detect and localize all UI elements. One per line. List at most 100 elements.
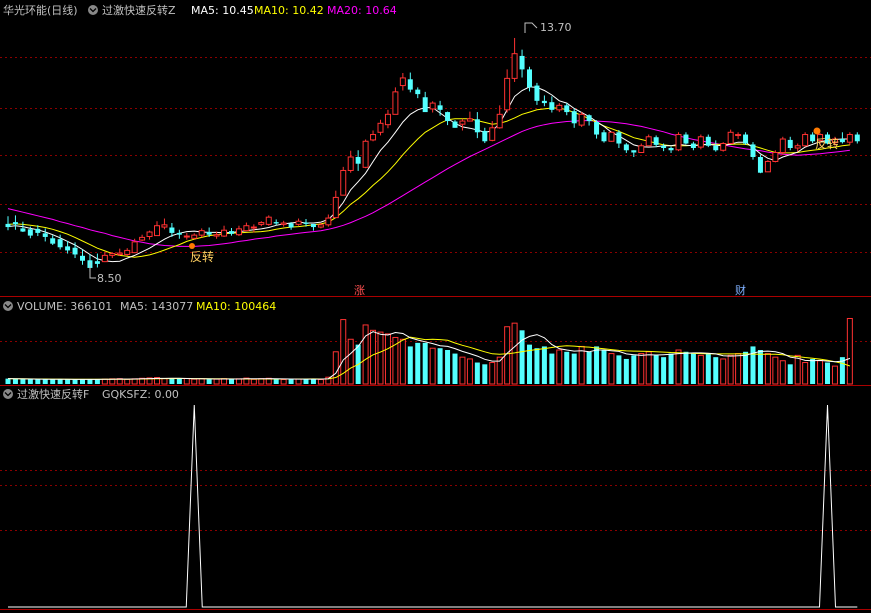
candle-body-down <box>839 139 845 143</box>
candle-body-up <box>556 104 563 111</box>
bottom-markers: 涨 财 <box>353 283 748 297</box>
candle-body-down <box>5 223 11 228</box>
candle-body-down <box>80 255 85 261</box>
candle-body-up <box>347 156 354 171</box>
candle-body-up <box>161 224 168 228</box>
candle-body-down <box>288 223 294 228</box>
candle-body-up <box>489 127 496 141</box>
candle-body-up <box>332 196 339 219</box>
volume-bar-up <box>645 351 652 385</box>
candle-body-up <box>101 254 108 263</box>
candle-body-down <box>12 222 18 225</box>
volume-bar-down <box>631 355 637 384</box>
volume-bar-down <box>482 364 488 384</box>
candle-body-down <box>586 115 592 122</box>
volume-bar-down <box>474 362 480 384</box>
candle-body-down <box>564 105 570 113</box>
volume-bar-down <box>273 379 279 384</box>
candle-body-down <box>452 121 458 128</box>
candle-body-up <box>459 120 466 125</box>
volume-bar-up <box>377 331 384 385</box>
volume-bar-down <box>519 330 525 384</box>
candle-body-down <box>541 100 547 104</box>
indicator-line <box>8 404 858 608</box>
candle-body-up <box>779 138 786 153</box>
volume-bar-down <box>42 379 48 384</box>
candle-body-down <box>623 144 629 151</box>
candle-body-down <box>713 145 719 151</box>
chevron-down-icon[interactable] <box>3 389 13 399</box>
candle-body-down <box>601 132 607 142</box>
volume-bar-down <box>825 362 830 384</box>
ma20-line <box>7 120 850 247</box>
candle-body-up <box>392 91 399 115</box>
chevron-down-icon[interactable] <box>88 5 98 15</box>
volume-bar-down <box>12 378 18 384</box>
volume-bar-up <box>638 353 645 385</box>
volume-bar-down <box>452 353 458 384</box>
volume-bar-down <box>601 350 607 384</box>
signal-dot-2 <box>813 127 821 135</box>
volume-bar-up <box>347 338 354 385</box>
candle-body-down <box>42 233 48 237</box>
candle-body-up <box>638 145 645 153</box>
candle-body-down <box>661 145 667 149</box>
volume-bar-down <box>176 378 182 384</box>
volume-bar-down <box>407 346 413 384</box>
candle-body-up <box>124 249 131 255</box>
candle-body-up <box>258 222 265 225</box>
volume-bar-up <box>250 378 257 385</box>
volume-bars <box>5 317 853 385</box>
volume-bar-up <box>578 345 585 385</box>
candle-body-down <box>35 228 41 233</box>
candle-body-down <box>549 102 555 110</box>
volume-ma10-label: MA10: 100464 <box>196 300 276 313</box>
candle-body-up <box>720 143 727 151</box>
volume-bar-down <box>571 353 577 384</box>
volume-bar-up <box>846 317 853 385</box>
limit-up-marker[interactable]: 涨 <box>354 284 365 297</box>
volume-bar-up <box>124 378 131 385</box>
indicator-header: 过激快速反转F GQKSFZ: 0.00 <box>3 387 179 401</box>
volume-bar-down <box>50 379 56 384</box>
candle-body-down <box>176 232 182 235</box>
chevron-down-icon[interactable] <box>3 301 13 311</box>
volume-bar-up <box>459 356 466 385</box>
candle-body-up <box>675 134 682 151</box>
volume-bar-down <box>623 358 629 384</box>
candle-body-down <box>229 231 234 234</box>
candle-body-up <box>697 136 704 148</box>
finance-marker[interactable]: 财 <box>735 283 746 297</box>
volume-bar-down <box>661 357 667 384</box>
volume-bar-down <box>65 379 71 384</box>
candle-body-up <box>295 220 302 225</box>
chart-canvas: 13.70 8.50 反转 反转 涨 财 华光环能(日线) 过激快速反转Z MA… <box>0 3 871 610</box>
volume-bar-down <box>35 379 41 384</box>
candle-body-down <box>743 134 749 144</box>
gqksfz-line <box>8 404 858 608</box>
high-price-label: 13.70 <box>540 21 572 34</box>
volume-bar-down <box>743 351 749 384</box>
candle-body-down <box>437 105 443 110</box>
candle-body-up <box>340 169 347 196</box>
price-ma-lines <box>7 86 850 263</box>
volume-header: VOLUME: 366101 MA5: 143077 MA10: 100464 <box>3 300 276 313</box>
ma5-line <box>7 86 850 263</box>
volume-bar-up <box>399 338 406 385</box>
candle-body-up <box>265 216 272 225</box>
candle-body-up <box>317 224 324 228</box>
candle-body-up <box>235 228 242 236</box>
volume-bar-down <box>415 342 421 384</box>
volume-bar-up <box>764 353 771 385</box>
volume-bar-down <box>616 355 622 384</box>
stock-title: 华光环能(日线) <box>3 3 78 17</box>
volume-bar-down <box>27 379 33 384</box>
candle-body-up <box>131 241 138 254</box>
indicator-panel-title: 过激快速反转F <box>17 387 89 401</box>
volume-bar-up <box>280 379 287 385</box>
candle-body-up <box>109 253 116 256</box>
candle-body-down <box>310 223 316 228</box>
candle-body-up <box>511 53 518 79</box>
volume-bar-down <box>94 379 100 384</box>
candle-body-down <box>757 156 763 173</box>
